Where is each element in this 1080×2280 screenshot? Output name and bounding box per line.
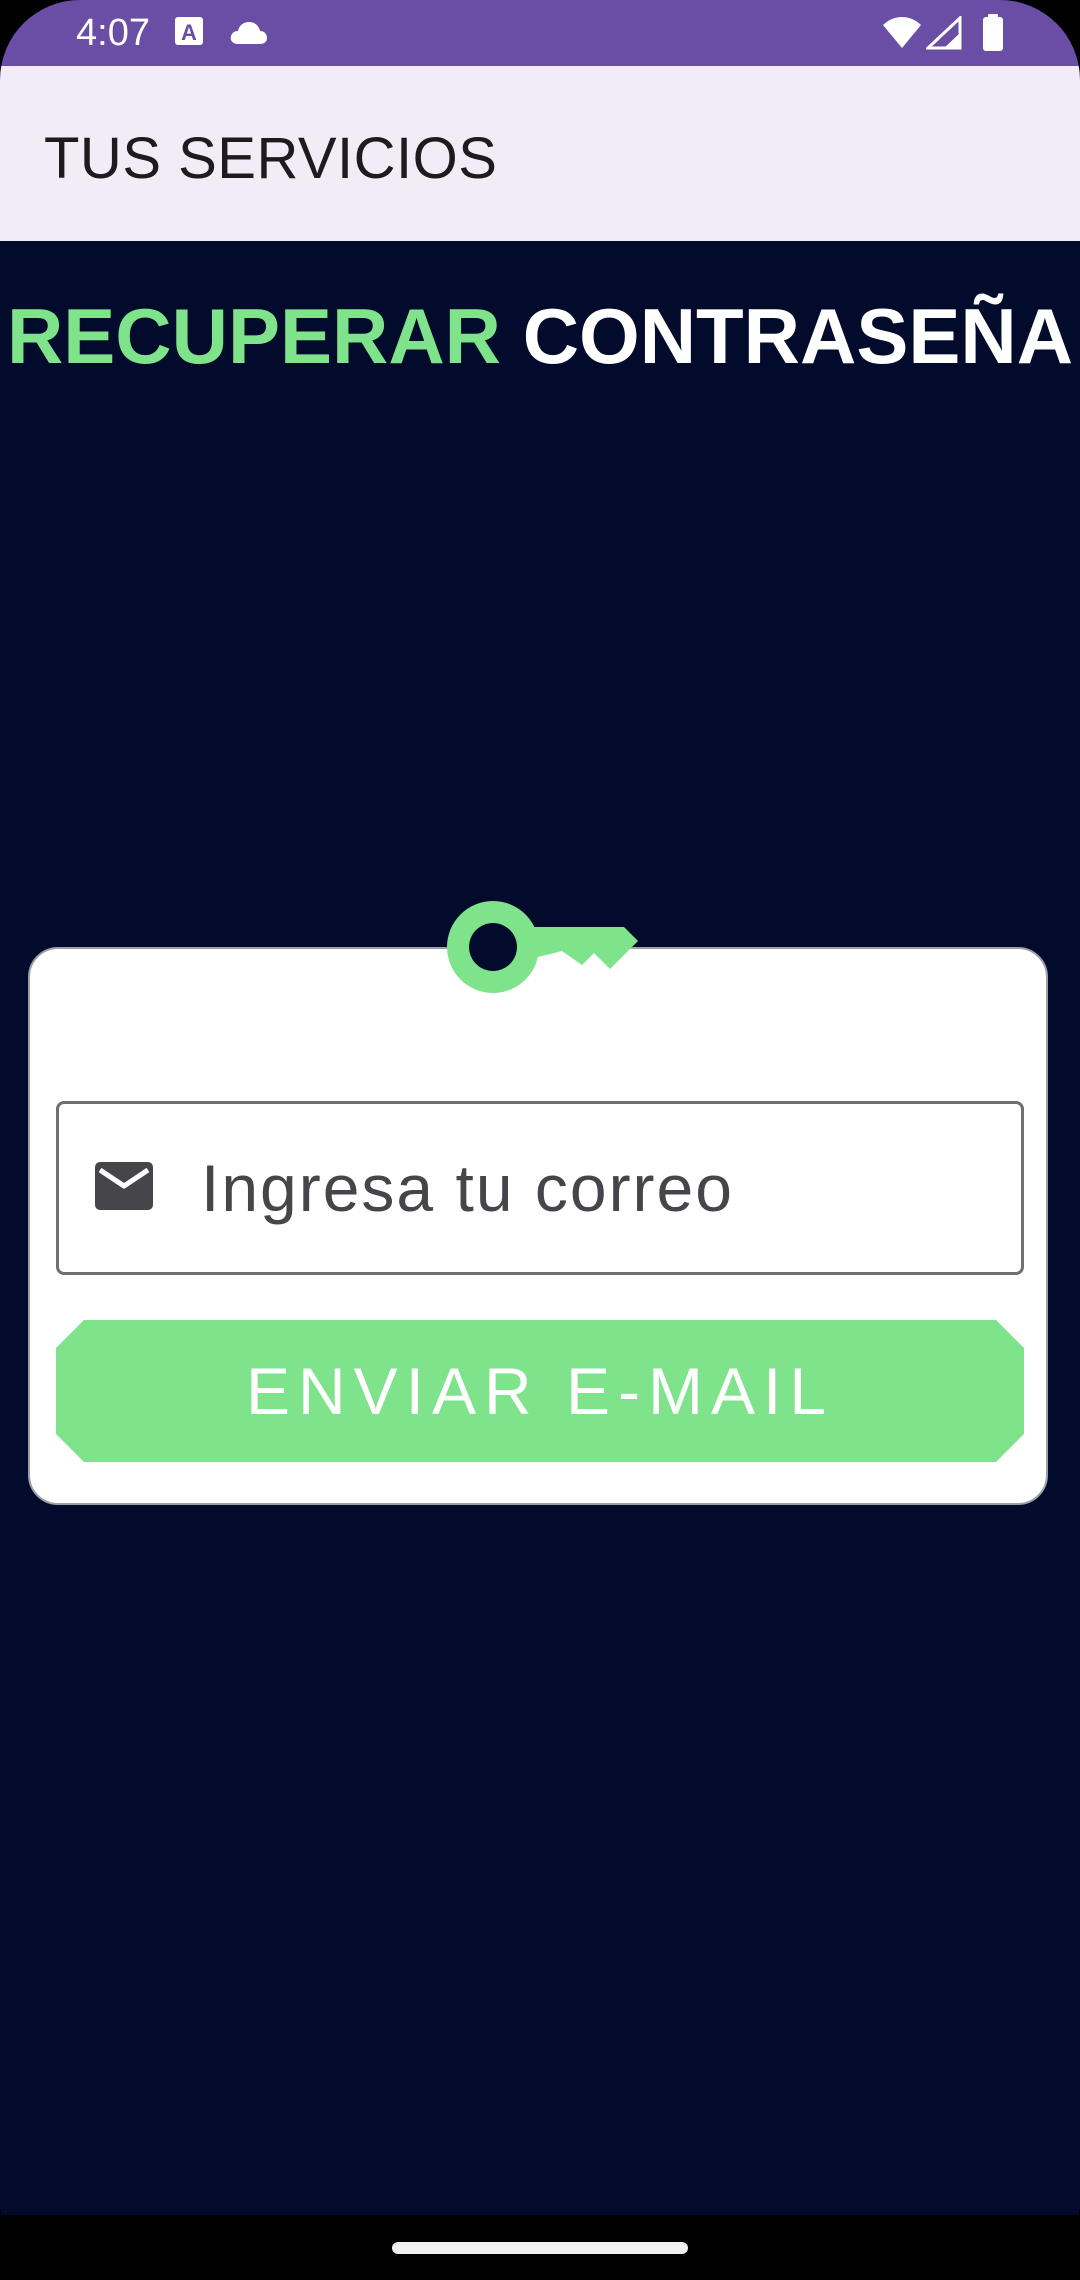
signal-icon: [926, 16, 962, 54]
status-bar: 4:07 A: [0, 0, 1080, 66]
page-title-main: CONTRASEÑA: [522, 292, 1074, 380]
home-gesture-handle[interactable]: [392, 2242, 688, 2254]
send-email-button[interactable]: ENVIAR E-MAIL: [56, 1320, 1024, 1462]
status-time: 4:07: [76, 12, 150, 54]
send-email-button-label: ENVIAR E-MAIL: [245, 1354, 835, 1428]
battery-icon: [982, 14, 1004, 52]
svg-text:A: A: [181, 20, 197, 45]
phone-screen: 4:07 A TUS SERVICIOS RECUPERAR CONTRASEÑ…: [0, 0, 1080, 2280]
app-bar: TUS SERVICIOS: [0, 66, 1080, 241]
email-placeholder: Ingresa tu correo: [201, 1151, 734, 1225]
cloud-icon: [228, 20, 268, 58]
app-title: TUS SERVICIOS: [44, 126, 498, 191]
navigation-bar: [0, 2215, 1080, 2280]
email-field[interactable]: Ingresa tu correo: [56, 1101, 1024, 1275]
page-title: RECUPERAR CONTRASEÑA: [0, 291, 1080, 381]
key-icon: [438, 891, 642, 1003]
recover-password-page: RECUPERAR CONTRASEÑA Ingresa tu correo E…: [0, 241, 1080, 2215]
text-a-icon: A: [174, 14, 204, 52]
mail-icon: [95, 1162, 153, 1210]
page-title-highlight: RECUPERAR: [6, 292, 502, 380]
wifi-icon: [882, 16, 922, 54]
